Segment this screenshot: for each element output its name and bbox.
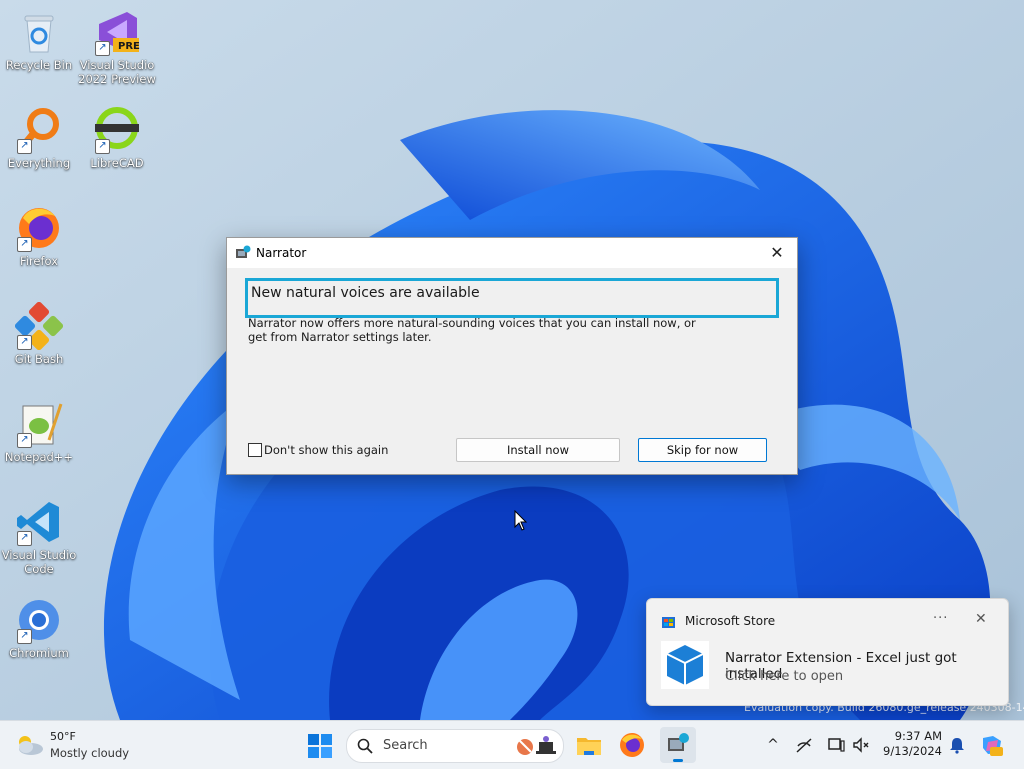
- shortcut-arrow-icon: ↗: [17, 531, 32, 546]
- weather-temperature: 50°F: [50, 730, 76, 743]
- visual-studio-preview-icon: ↗ PRE: [93, 8, 141, 56]
- vscode-icon: ↗: [15, 498, 63, 546]
- dialog-body-text: Narrator now offers more natural-soundin…: [248, 316, 696, 344]
- desktop-icon-label: Firefox: [19, 254, 59, 268]
- narrator-icon: [236, 245, 251, 258]
- notification-subtitle: Click here to open: [725, 669, 844, 684]
- shortcut-arrow-icon: ↗: [17, 237, 32, 252]
- narrator-taskbar-icon: [668, 733, 689, 751]
- firefox-taskbar-icon[interactable]: [618, 731, 646, 759]
- chromium-icon: ↗: [15, 596, 63, 644]
- git-bash-icon: ↗: [14, 301, 64, 351]
- active-app-indicator: [673, 759, 683, 762]
- narrator-taskbar-button[interactable]: [660, 727, 696, 763]
- dialog-titlebar[interactable]: Narrator ✕: [227, 238, 797, 268]
- skip-for-now-button[interactable]: Skip for now: [638, 438, 767, 462]
- narrator-dialog: Narrator ✕ New natural voices are availa…: [226, 237, 798, 475]
- desktop-icon-git-bash[interactable]: ↗ Git Bash: [0, 301, 78, 366]
- notification-toast[interactable]: Microsoft Store ··· ✕ Narrator Extension…: [646, 598, 1009, 706]
- desktop-icon-recycle-bin[interactable]: Recycle Bin: [0, 8, 78, 72]
- desktop-icon-label: Visual Studio Code: [1, 548, 77, 576]
- weather-widget[interactable]: 50°F Mostly cloudy: [14, 729, 154, 761]
- notification-app-name: Microsoft Store: [685, 614, 776, 628]
- notification-close-button[interactable]: ✕: [975, 611, 987, 627]
- show-hidden-icons-chevron-icon[interactable]: ^: [764, 736, 782, 754]
- copilot-preview-icon[interactable]: [980, 733, 1004, 757]
- desktop-icon-label: Recycle Bin: [5, 58, 73, 72]
- shortcut-arrow-icon: ↗: [17, 335, 32, 350]
- taskbar-search-box[interactable]: Search: [346, 729, 564, 763]
- desktop-icon-label: Notepad++: [4, 450, 74, 464]
- firefox-icon: ↗: [15, 204, 63, 252]
- desktop-icon-firefox[interactable]: ↗ Firefox: [0, 204, 78, 268]
- taskbar-clock[interactable]: 9:37 AM 9/13/2024: [880, 729, 942, 759]
- display-device-icon[interactable]: [827, 736, 845, 754]
- file-explorer-icon[interactable]: [575, 731, 603, 759]
- microsoft-store-icon: [662, 617, 675, 628]
- cloudy-weather-icon: [19, 736, 43, 755]
- weather-description: Mostly cloudy: [50, 746, 130, 760]
- recycle-bin-icon: [15, 8, 63, 56]
- preview-badge: PRE: [118, 41, 140, 52]
- dont-show-again-label[interactable]: Don't show this again: [264, 443, 388, 457]
- desktop-icon-librecad[interactable]: ↗ LibreCAD: [78, 106, 156, 170]
- notification-bell-icon[interactable]: [948, 736, 966, 754]
- shortcut-arrow-icon: ↗: [95, 139, 110, 154]
- mouse-cursor-icon: [514, 510, 528, 531]
- package-box-icon: [661, 641, 709, 689]
- desktop-icon-chromium[interactable]: ↗ Chromium: [0, 596, 78, 660]
- desktop-icon-vscode[interactable]: ↗ Visual Studio Code: [0, 498, 78, 576]
- search-label: Search: [383, 738, 428, 753]
- notification-more-button[interactable]: ···: [933, 611, 948, 626]
- clock-date: 9/13/2024: [883, 744, 942, 758]
- desktop-icon-notepad-plus-plus[interactable]: ↗ Notepad++: [0, 400, 78, 464]
- everything-search-icon: ↗: [15, 106, 63, 154]
- start-windows-icon[interactable]: [307, 733, 333, 759]
- network-disconnected-icon[interactable]: [795, 736, 813, 754]
- desktop-icon-everything[interactable]: ↗ Everything: [0, 106, 78, 170]
- volume-muted-icon[interactable]: [852, 736, 870, 754]
- desktop-icon-label: Git Bash: [14, 352, 64, 366]
- install-now-button[interactable]: Install now: [456, 438, 620, 462]
- shortcut-arrow-icon: ↗: [95, 41, 110, 56]
- desktop-icon-label: Everything: [7, 156, 71, 170]
- taskbar: 50°F Mostly cloudy Search ^ 9:37 AM 9/13…: [0, 720, 1024, 769]
- clock-time: 9:37 AM: [894, 729, 942, 743]
- shortcut-arrow-icon: ↗: [17, 433, 32, 448]
- librecad-icon: ↗: [93, 106, 141, 154]
- desktop-icon-label: LibreCAD: [90, 156, 144, 170]
- notepad-plus-plus-icon: ↗: [15, 400, 63, 448]
- desktop-icon-label: Chromium: [9, 646, 69, 660]
- dialog-headline: New natural voices are available: [251, 285, 480, 301]
- shortcut-arrow-icon: ↗: [17, 629, 32, 644]
- search-highlight-art-icon: [517, 736, 556, 755]
- desktop-icon-label: Visual Studio 2022 Preview: [78, 58, 156, 86]
- search-icon: [357, 738, 373, 754]
- dialog-title: Narrator: [256, 246, 307, 260]
- headline-focus-box: New natural voices are available: [245, 278, 779, 318]
- dialog-close-button[interactable]: ✕: [763, 242, 791, 264]
- dont-show-again-checkbox[interactable]: [248, 443, 262, 457]
- shortcut-arrow-icon: ↗: [17, 139, 32, 154]
- desktop-icon-visual-studio-preview[interactable]: ↗ PRE Visual Studio 2022 Preview: [78, 8, 156, 86]
